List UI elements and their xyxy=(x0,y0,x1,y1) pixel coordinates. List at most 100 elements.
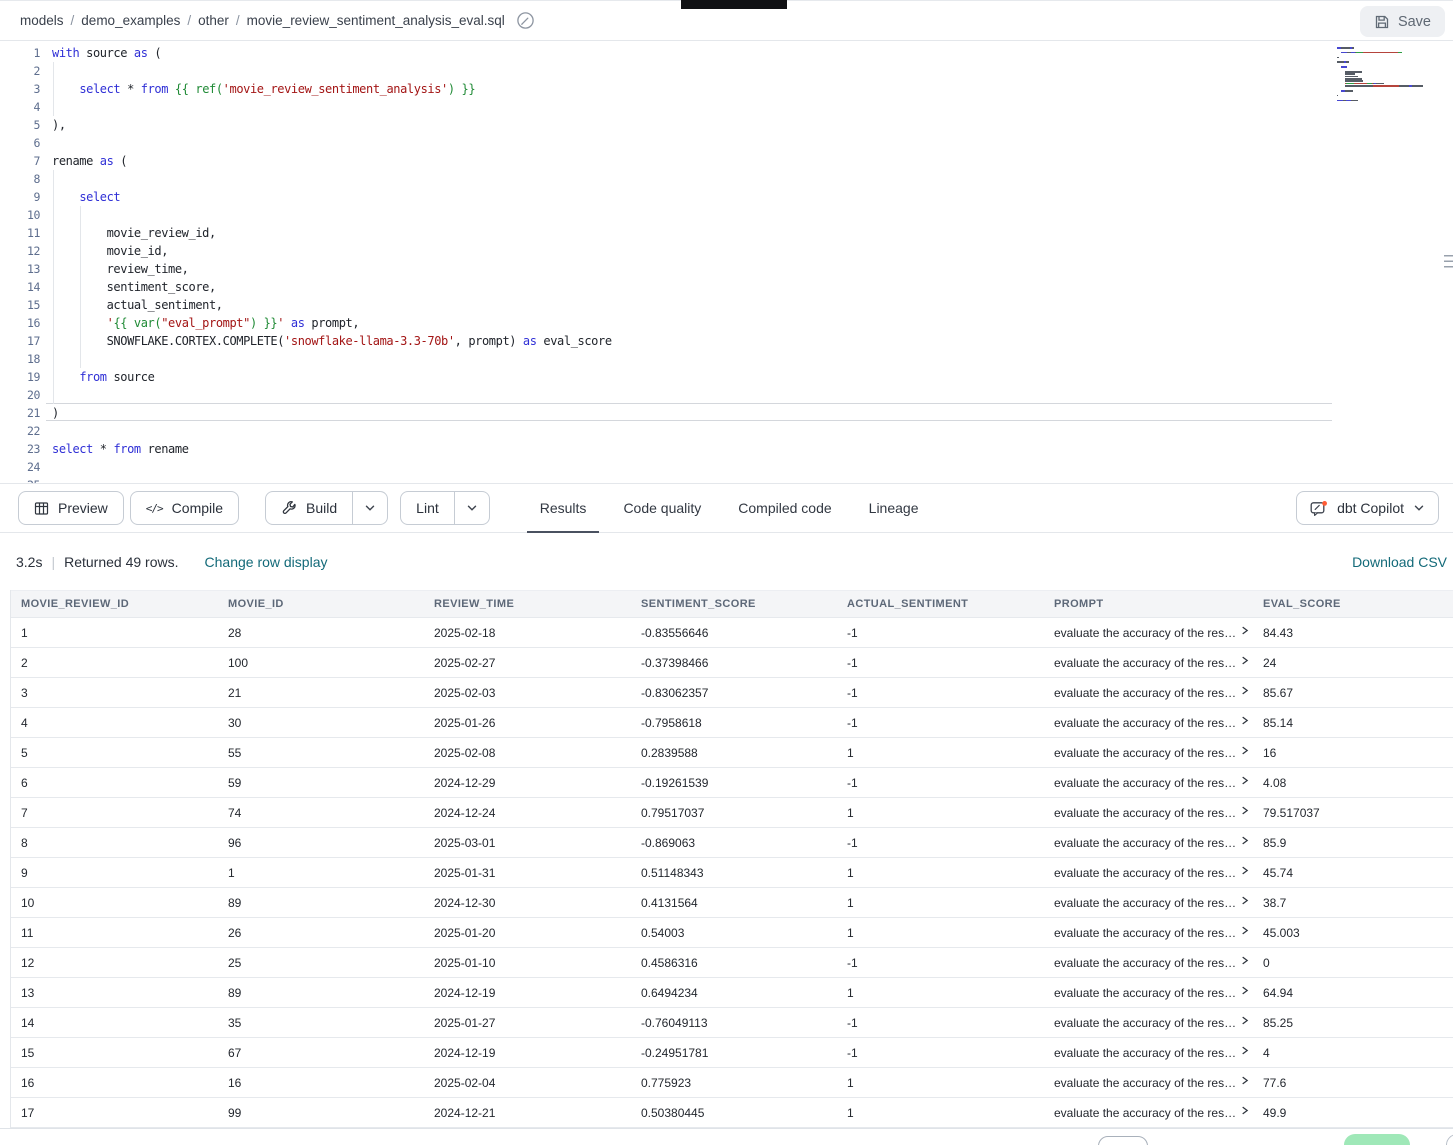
code-text: select * from {{ ref('movie_review_senti… xyxy=(52,80,475,98)
tab-code-quality[interactable]: Code quality xyxy=(621,483,703,533)
change-row-display-link[interactable]: Change row display xyxy=(205,554,328,570)
prompt-preview-text: evaluate the accuracy of the res… xyxy=(1054,956,1236,970)
prompt-cell[interactable]: evaluate the accuracy of the res… xyxy=(1044,656,1253,670)
expand-prompt-icon[interactable] xyxy=(1241,626,1250,635)
code-editor[interactable]: 1with source as (23 select * from {{ ref… xyxy=(0,42,1453,483)
download-csv-link[interactable]: Download CSV xyxy=(1352,554,1447,570)
cell-movie_id: 89 xyxy=(218,986,424,1000)
cell-actual_sentiment: -1 xyxy=(837,686,1044,700)
chat-sparkle-icon xyxy=(1310,500,1328,517)
table-row: 12252025-01-100.4586316-1evaluate the ac… xyxy=(11,948,1453,978)
prompt-cell[interactable]: evaluate the accuracy of the res… xyxy=(1044,836,1253,850)
save-label: Save xyxy=(1398,14,1431,30)
prompt-cell[interactable]: evaluate the accuracy of the res… xyxy=(1044,806,1253,820)
build-button[interactable]: Build xyxy=(265,491,353,525)
cell-movie_review_id: 2 xyxy=(11,656,218,670)
results-table: MOVIE_REVIEW_IDMOVIE_IDREVIEW_TIMESENTIM… xyxy=(10,590,1453,1128)
preview-label: Preview xyxy=(58,500,108,516)
edit-circle-icon[interactable] xyxy=(516,11,535,30)
table-header-row: MOVIE_REVIEW_IDMOVIE_IDREVIEW_TIMESENTIM… xyxy=(11,590,1453,618)
expand-prompt-icon[interactable] xyxy=(1241,746,1250,755)
minimap-line xyxy=(1337,92,1429,94)
tab-results[interactable]: Results xyxy=(538,483,589,533)
table-row: 14352025-01-27-0.76049113-1evaluate the … xyxy=(11,1008,1453,1038)
prompt-cell[interactable]: evaluate the accuracy of the res… xyxy=(1044,926,1253,940)
bottom-status-pill-partial[interactable] xyxy=(1344,1134,1410,1145)
expand-prompt-icon[interactable] xyxy=(1241,836,1250,845)
prompt-cell[interactable]: evaluate the accuracy of the res… xyxy=(1044,746,1253,760)
minimap-line xyxy=(1337,83,1429,85)
prompt-cell[interactable]: evaluate the accuracy of the res… xyxy=(1044,776,1253,790)
minimap[interactable] xyxy=(1337,47,1429,107)
cell-movie_review_id: 9 xyxy=(11,866,218,880)
lint-dropdown-button[interactable] xyxy=(455,491,490,525)
expand-prompt-icon[interactable] xyxy=(1241,776,1250,785)
expand-prompt-icon[interactable] xyxy=(1241,716,1250,725)
prompt-preview-text: evaluate the accuracy of the res… xyxy=(1054,896,1236,910)
prompt-cell[interactable]: evaluate the accuracy of the res… xyxy=(1044,1106,1253,1120)
cell-eval_score: 38.7 xyxy=(1253,896,1453,910)
expand-prompt-icon[interactable] xyxy=(1241,986,1250,995)
expand-prompt-icon[interactable] xyxy=(1241,866,1250,875)
bottom-button-partial[interactable] xyxy=(1098,1136,1148,1145)
code-line: 9 select xyxy=(0,188,1453,206)
breadcrumb-item[interactable]: other xyxy=(198,13,229,28)
cell-movie_id: 28 xyxy=(218,626,424,640)
cell-review_time: 2025-03-01 xyxy=(424,836,631,850)
lint-button-group: Lint xyxy=(400,491,490,525)
line-number: 24 xyxy=(0,458,40,476)
line-number: 10 xyxy=(0,206,40,224)
prompt-cell[interactable]: evaluate the accuracy of the res… xyxy=(1044,1046,1253,1060)
build-button-group: Build xyxy=(265,491,388,525)
prompt-cell[interactable]: evaluate the accuracy of the res… xyxy=(1044,1016,1253,1030)
cell-movie_id: 16 xyxy=(218,1076,424,1090)
minimap-line xyxy=(1337,97,1429,99)
expand-prompt-icon[interactable] xyxy=(1241,956,1250,965)
prompt-cell[interactable]: evaluate the accuracy of the res… xyxy=(1044,1076,1253,1090)
cell-eval_score: 24 xyxy=(1253,656,1453,670)
prompt-cell[interactable]: evaluate the accuracy of the res… xyxy=(1044,896,1253,910)
expand-prompt-icon[interactable] xyxy=(1241,896,1250,905)
breadcrumb-item[interactable]: models xyxy=(20,13,64,28)
save-button[interactable]: Save xyxy=(1360,6,1445,37)
breadcrumb-item[interactable]: demo_examples xyxy=(81,13,180,28)
cell-actual_sentiment: -1 xyxy=(837,836,1044,850)
expand-prompt-icon[interactable] xyxy=(1241,1046,1250,1055)
line-number: 4 xyxy=(0,98,40,116)
code-line: 25 xyxy=(0,476,1453,483)
lint-button[interactable]: Lint xyxy=(400,491,455,525)
expand-prompt-icon[interactable] xyxy=(1241,686,1250,695)
tab-lineage[interactable]: Lineage xyxy=(867,483,921,533)
minimap-line xyxy=(1337,54,1429,56)
compile-button[interactable]: </> Compile xyxy=(130,491,239,525)
code-line: 17 SNOWFLAKE.CORTEX.COMPLETE('snowflake-… xyxy=(0,332,1453,350)
prompt-cell[interactable]: evaluate the accuracy of the res… xyxy=(1044,686,1253,700)
results-info-bar: 3.2s | Returned 49 rows. Change row disp… xyxy=(0,533,1453,590)
breadcrumb-item[interactable]: movie_review_sentiment_analysis_eval.sql xyxy=(247,13,505,28)
expand-prompt-icon[interactable] xyxy=(1241,656,1250,665)
scrollbar-thumb[interactable] xyxy=(1444,255,1453,271)
code-line: 2 xyxy=(0,62,1453,80)
prompt-cell[interactable]: evaluate the accuracy of the res… xyxy=(1044,956,1253,970)
build-dropdown-button[interactable] xyxy=(353,491,388,525)
prompt-cell[interactable]: evaluate the accuracy of the res… xyxy=(1044,986,1253,1000)
dbt-copilot-button[interactable]: dbt Copilot xyxy=(1296,491,1439,525)
table-row: 11262025-01-200.540031evaluate the accur… xyxy=(11,918,1453,948)
preview-button[interactable]: Preview xyxy=(18,491,124,525)
cell-actual_sentiment: 1 xyxy=(837,866,1044,880)
cell-review_time: 2024-12-29 xyxy=(424,776,631,790)
expand-prompt-icon[interactable] xyxy=(1241,926,1250,935)
cell-review_time: 2025-01-20 xyxy=(424,926,631,940)
prompt-cell[interactable]: evaluate the accuracy of the res… xyxy=(1044,626,1253,640)
expand-prompt-icon[interactable] xyxy=(1241,1016,1250,1025)
expand-prompt-icon[interactable] xyxy=(1241,1076,1250,1085)
code-text: select xyxy=(52,188,120,206)
expand-prompt-icon[interactable] xyxy=(1241,806,1250,815)
cell-movie_id: 74 xyxy=(218,806,424,820)
tab-compiled-code[interactable]: Compiled code xyxy=(736,483,833,533)
expand-prompt-icon[interactable] xyxy=(1241,1106,1250,1115)
cell-review_time: 2025-02-04 xyxy=(424,1076,631,1090)
cell-sentiment_score: -0.24951781 xyxy=(631,1046,837,1060)
prompt-cell[interactable]: evaluate the accuracy of the res… xyxy=(1044,716,1253,730)
prompt-cell[interactable]: evaluate the accuracy of the res… xyxy=(1044,866,1253,880)
